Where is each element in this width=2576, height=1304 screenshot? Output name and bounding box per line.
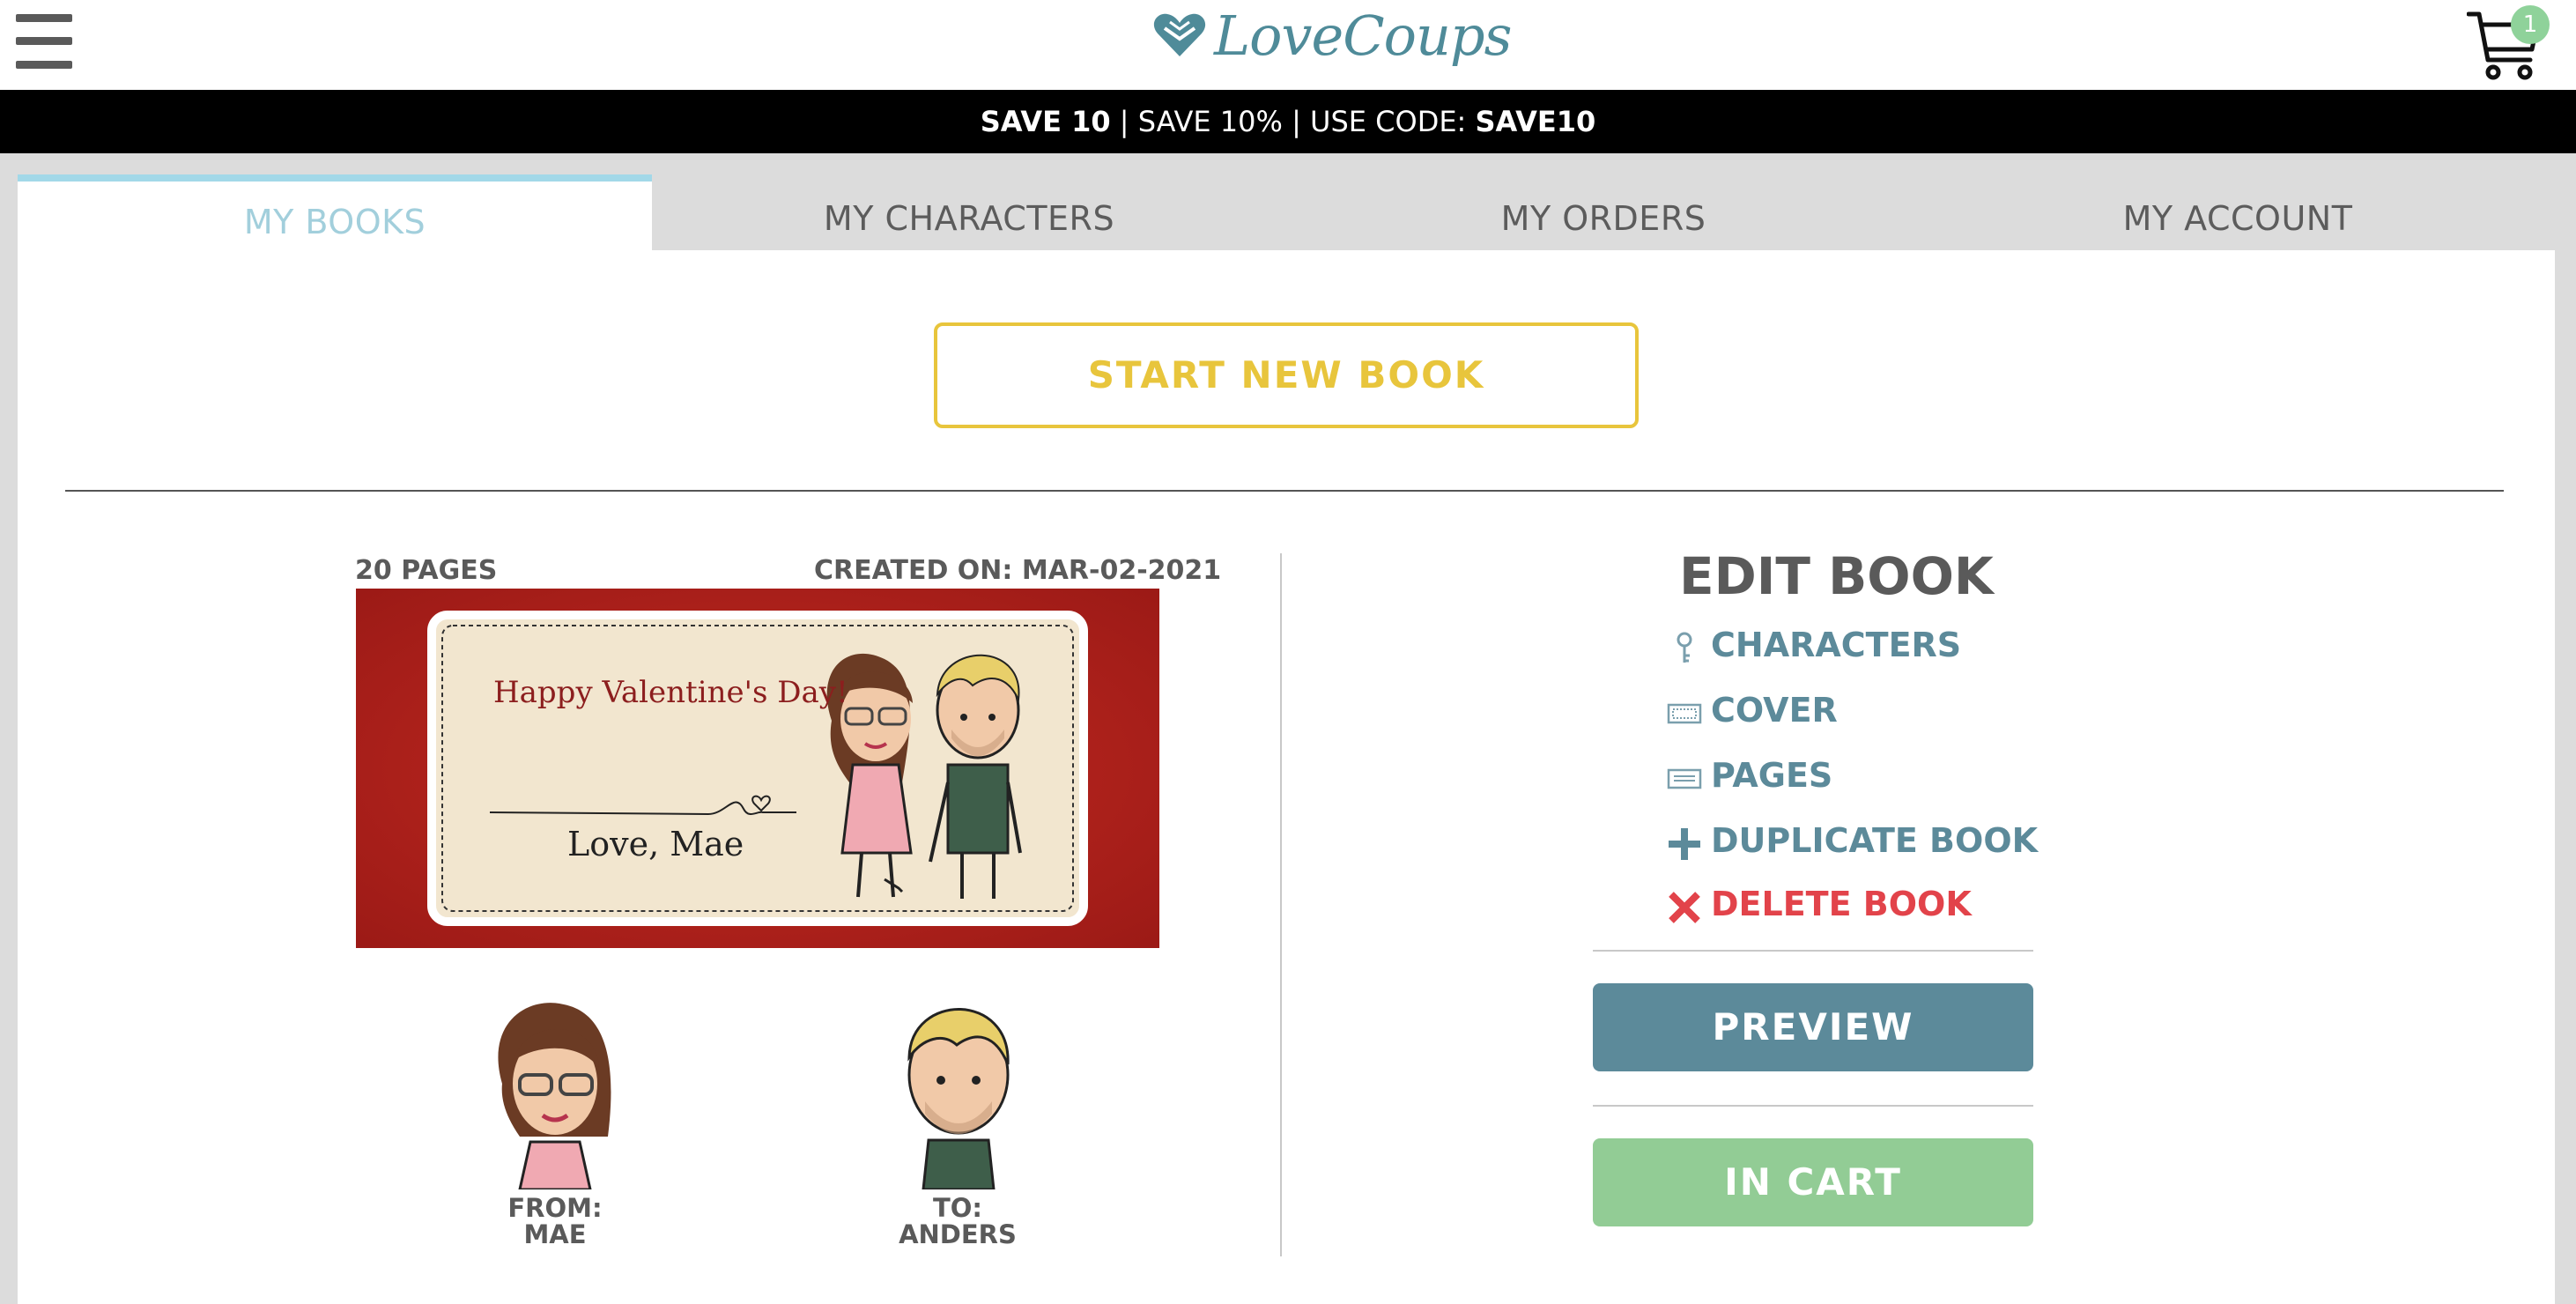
start-new-book-button[interactable]: START NEW BOOK (934, 322, 1639, 428)
account-tabs: MY BOOKS MY CHARACTERS MY ORDERS MY ACCO… (18, 174, 2555, 250)
cart-count-badge: 1 (2511, 5, 2550, 44)
promo-title: SAVE 10 (980, 105, 1111, 138)
to-character-avatar[interactable] (879, 987, 1038, 1191)
divider (65, 490, 2504, 492)
plus-icon (1669, 828, 1700, 860)
from-character-avatar[interactable] (476, 987, 634, 1191)
edit-characters-label: CHARACTERS (1711, 626, 1962, 664)
promo-banner: SAVE 10 | SAVE 10% | USE CODE: SAVE10 (0, 90, 2576, 153)
edit-pages-label: PAGES (1711, 756, 1833, 795)
top-header: LoveCoups 1 (0, 0, 2576, 90)
tab-my-characters[interactable]: MY CHARACTERS (652, 174, 1286, 250)
brand-name: LoveCoups (1214, 4, 1512, 68)
brand-logo[interactable]: LoveCoups (1152, 4, 1512, 85)
to-label-title: TO: (932, 1193, 983, 1223)
tab-my-orders[interactable]: MY ORDERS (1286, 174, 1921, 250)
duplicate-book-label: DUPLICATE BOOK (1711, 821, 2039, 860)
edit-cover-label: COVER (1711, 691, 1838, 730)
from-label: FROM: MAE (493, 1195, 617, 1248)
divider (1593, 950, 2033, 952)
cover-greeting: Happy Valentine's Day! (493, 675, 848, 710)
cover-signature: Love, Mae (567, 825, 744, 863)
cover-icon (1667, 703, 1702, 724)
vertical-divider (1280, 553, 1282, 1256)
tab-my-books[interactable]: MY BOOKS (18, 174, 652, 250)
page-count: 20 PAGES (355, 555, 498, 586)
to-label: TO: ANDERS (896, 1195, 1019, 1248)
pages-icon (1667, 768, 1702, 789)
shopping-cart-icon[interactable]: 1 (2467, 5, 2550, 81)
hamburger-menu-icon[interactable] (16, 14, 72, 69)
delete-book-label: DELETE BOOK (1711, 885, 1972, 923)
divider (1593, 1105, 2033, 1107)
heart-logo-icon (1153, 13, 1206, 56)
from-name: MAE (523, 1219, 587, 1249)
in-cart-button[interactable]: IN CART (1593, 1138, 2033, 1226)
tab-my-account[interactable]: MY ACCOUNT (1921, 174, 2555, 250)
to-name: ANDERS (899, 1219, 1017, 1249)
promo-code: SAVE10 (1475, 105, 1596, 138)
x-icon (1669, 892, 1700, 923)
key-icon (1677, 632, 1692, 663)
preview-button[interactable]: PREVIEW (1593, 983, 2033, 1071)
edit-book-heading: EDIT BOOK (1679, 546, 1994, 606)
book-cover-thumbnail[interactable] (356, 589, 1159, 948)
created-date: CREATED ON: MAR-02-2021 (814, 555, 1222, 586)
from-label-title: FROM: (507, 1193, 603, 1223)
promo-text: | SAVE 10% | USE CODE: (1110, 105, 1476, 138)
